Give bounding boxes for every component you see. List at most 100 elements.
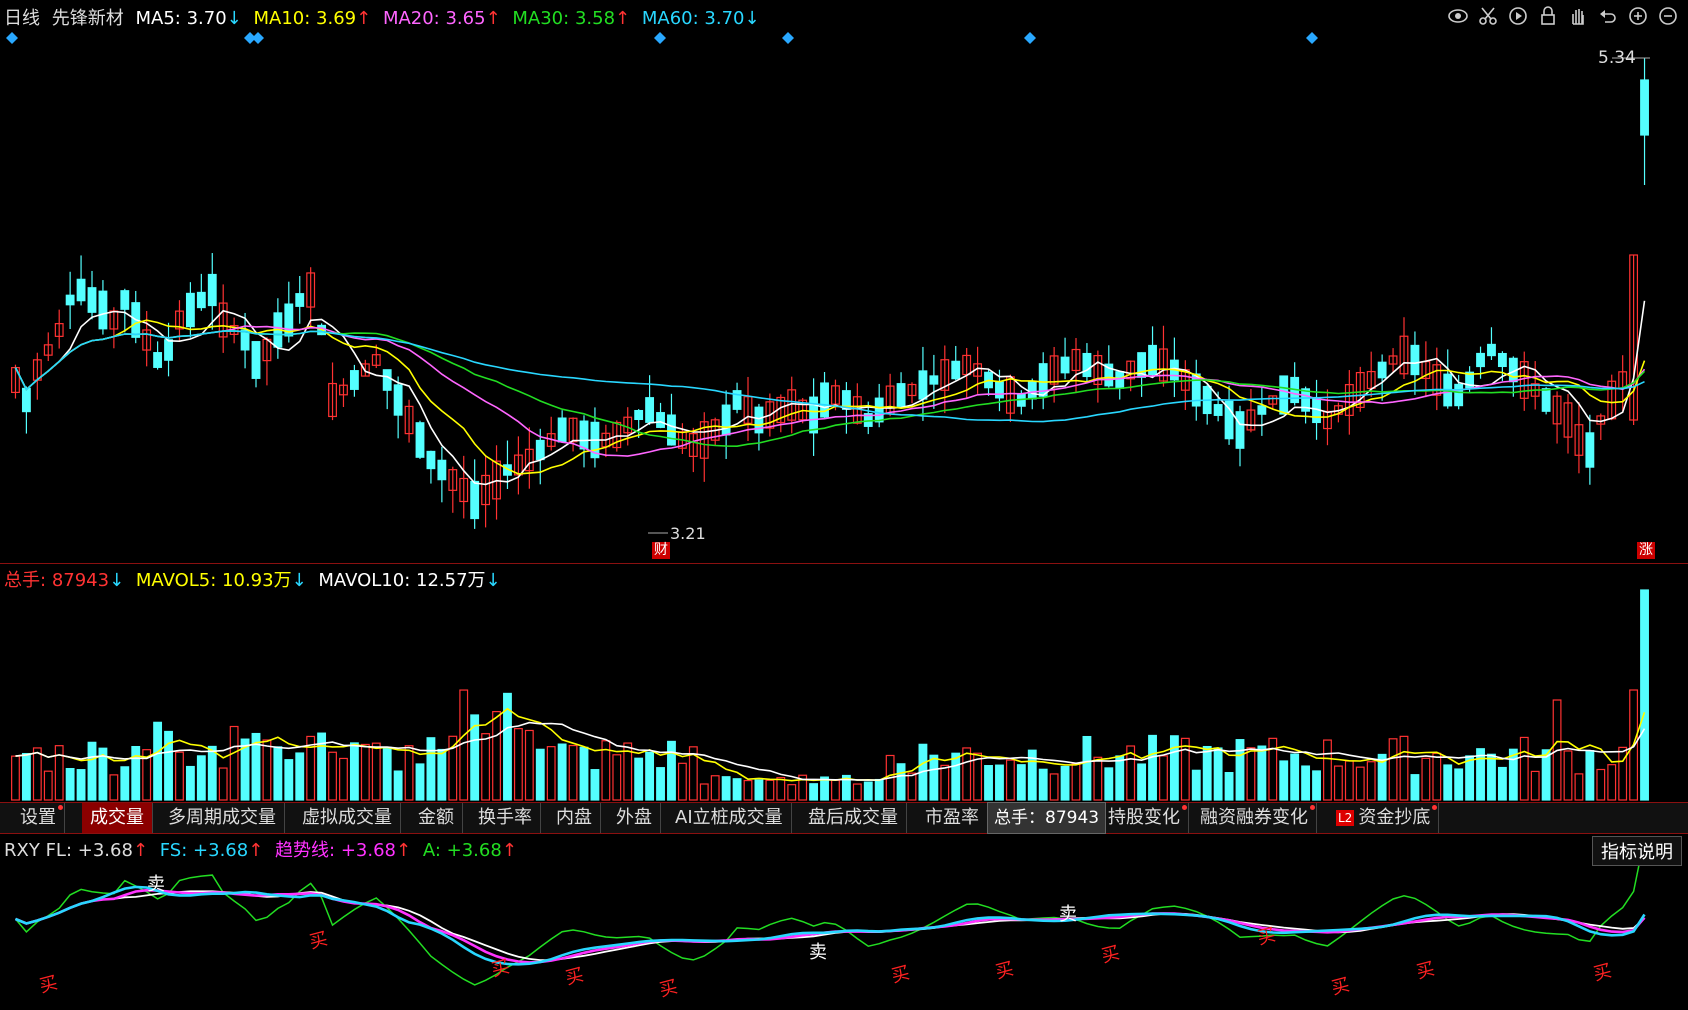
buy-signal: 买	[889, 962, 912, 987]
undo-icon[interactable]	[1596, 4, 1620, 28]
mavol5-legend: MAVOL5: 10.93万↓	[135, 570, 307, 591]
volume-bar	[207, 745, 217, 801]
volume-bar	[393, 770, 403, 801]
candle-body	[1224, 400, 1234, 440]
volume-bar	[1257, 745, 1267, 801]
tab-after-hours-volume[interactable]: 盘后成交量	[800, 803, 907, 833]
tab-amount[interactable]: 金额	[410, 803, 463, 833]
candle-body	[21, 387, 31, 413]
buy-signal: 买	[657, 976, 680, 1001]
candle-body	[557, 417, 567, 443]
candle-body	[426, 450, 436, 470]
buy-signal: 买	[1329, 974, 1352, 999]
candle-body	[185, 292, 195, 328]
candle-body	[240, 329, 250, 351]
zoom-out-icon[interactable]	[1656, 4, 1680, 28]
rxy-indicator-pane[interactable]: 买买买买买买买买买买买买卖卖卖 RXY FL: +3.68↑ FS: +3.68…	[0, 834, 1688, 1010]
volume-bar	[404, 745, 414, 801]
volume-bar	[1585, 750, 1595, 801]
trend-line	[15, 888, 1646, 964]
volume-header: 总手: 87943↓ MAVOL5: 10.93万↓ MAVOL10: 12.5…	[4, 566, 507, 592]
l2-icon: L2	[1336, 810, 1355, 826]
ma10-legend: MA10: 3.69↑	[253, 8, 372, 29]
event-marker-icon	[6, 32, 18, 44]
play-icon[interactable]	[1506, 4, 1530, 28]
limit-up-badge[interactable]: 涨	[1637, 542, 1655, 559]
tab-margin-change[interactable]: 融资融券变化	[1192, 803, 1317, 833]
volume-bar	[131, 745, 141, 801]
low-price-label: 3.21	[670, 524, 706, 543]
candle-body	[918, 370, 928, 400]
tab-fund-bottom[interactable]: L2 资金抄底	[1328, 803, 1440, 833]
volume-bar	[667, 740, 676, 801]
volume-bar	[1290, 753, 1300, 801]
volume-pane[interactable]: 总手: 87943↓ MAVOL5: 10.93万↓ MAVOL10: 12.5…	[0, 564, 1688, 803]
event-marker-icon	[252, 32, 264, 44]
volume-bar	[153, 721, 163, 801]
volume-bar	[896, 763, 906, 801]
volume-chart[interactable]	[0, 564, 1688, 802]
tab-settings[interactable]: 设置	[12, 803, 65, 833]
volume-bar	[568, 744, 578, 801]
fl-line	[15, 890, 1646, 961]
volume-bar	[1355, 766, 1365, 801]
volume-bar	[360, 743, 370, 801]
volume-tooltip: 总手：87943	[987, 802, 1107, 834]
tab-turnover[interactable]: 换手率	[470, 803, 541, 833]
volume-bar	[87, 741, 97, 801]
volume-bar	[1312, 770, 1321, 801]
tab-holding-change[interactable]: 持股变化	[1100, 803, 1189, 833]
tab-pe[interactable]: 市盈率	[917, 803, 988, 833]
volume-bar	[1279, 760, 1289, 801]
buy-signal: 买	[1099, 942, 1122, 967]
volume-bar	[229, 725, 239, 801]
eye-icon[interactable]	[1446, 4, 1470, 28]
candle-body	[470, 480, 480, 520]
tab-virtual-volume[interactable]: 虚拟成交量	[294, 803, 401, 833]
volume-bar	[65, 767, 75, 801]
volume-bar	[634, 757, 644, 801]
volume-bar	[339, 757, 348, 801]
lock-icon[interactable]	[1536, 4, 1560, 28]
volume-bar	[557, 743, 567, 801]
hand-icon[interactable]	[1566, 4, 1590, 28]
candle-body	[874, 397, 884, 423]
volume-bar	[1202, 745, 1212, 801]
event-marker-icon	[1024, 32, 1036, 44]
volume-bar	[579, 746, 589, 801]
candle-body	[87, 287, 97, 313]
tab-volume[interactable]: 成交量	[82, 803, 153, 833]
candle-body	[1487, 343, 1496, 357]
indicator-help-button[interactable]: 指标说明	[1592, 836, 1682, 866]
finance-badge[interactable]: 财	[652, 542, 670, 559]
ma30-legend: MA30: 3.58↑	[512, 8, 631, 29]
tab-ai-volume[interactable]: AI立桩成交量	[667, 803, 792, 833]
candle-body	[634, 409, 644, 421]
trend-legend: 趋势线: +3.68↑	[275, 840, 412, 861]
zoom-in-icon[interactable]	[1626, 4, 1650, 28]
volume-bar	[415, 763, 425, 801]
price-chart[interactable]	[0, 0, 1688, 563]
volume-bar	[1082, 735, 1092, 801]
tab-inner[interactable]: 内盘	[548, 803, 601, 833]
tab-multi-period-volume[interactable]: 多周期成交量	[160, 803, 285, 833]
volume-bar	[907, 772, 917, 801]
volume-bar	[21, 752, 31, 801]
volume-bar	[1333, 765, 1343, 801]
scissors-icon[interactable]	[1476, 4, 1500, 28]
high-price-label: 5.34	[1598, 48, 1636, 68]
price-chart-pane[interactable]: 日线 先锋新材 MA5: 3.70↓ MA10: 3.69↑ MA20: 3.6…	[0, 0, 1688, 564]
event-marker-icon	[654, 32, 666, 44]
volume-bar	[1497, 766, 1507, 801]
tab-outer[interactable]: 外盘	[608, 803, 661, 833]
volume-bar	[1344, 760, 1354, 801]
volume-bar	[1563, 750, 1573, 801]
volume-bar	[1148, 734, 1157, 801]
volume-bar	[951, 752, 961, 801]
volume-bar	[382, 746, 392, 801]
total-hands: 总手: 87943↓	[4, 570, 125, 591]
volume-bar	[1224, 772, 1234, 801]
volume-bar	[273, 746, 283, 801]
volume-bar	[831, 779, 840, 801]
volume-bar	[535, 748, 545, 801]
